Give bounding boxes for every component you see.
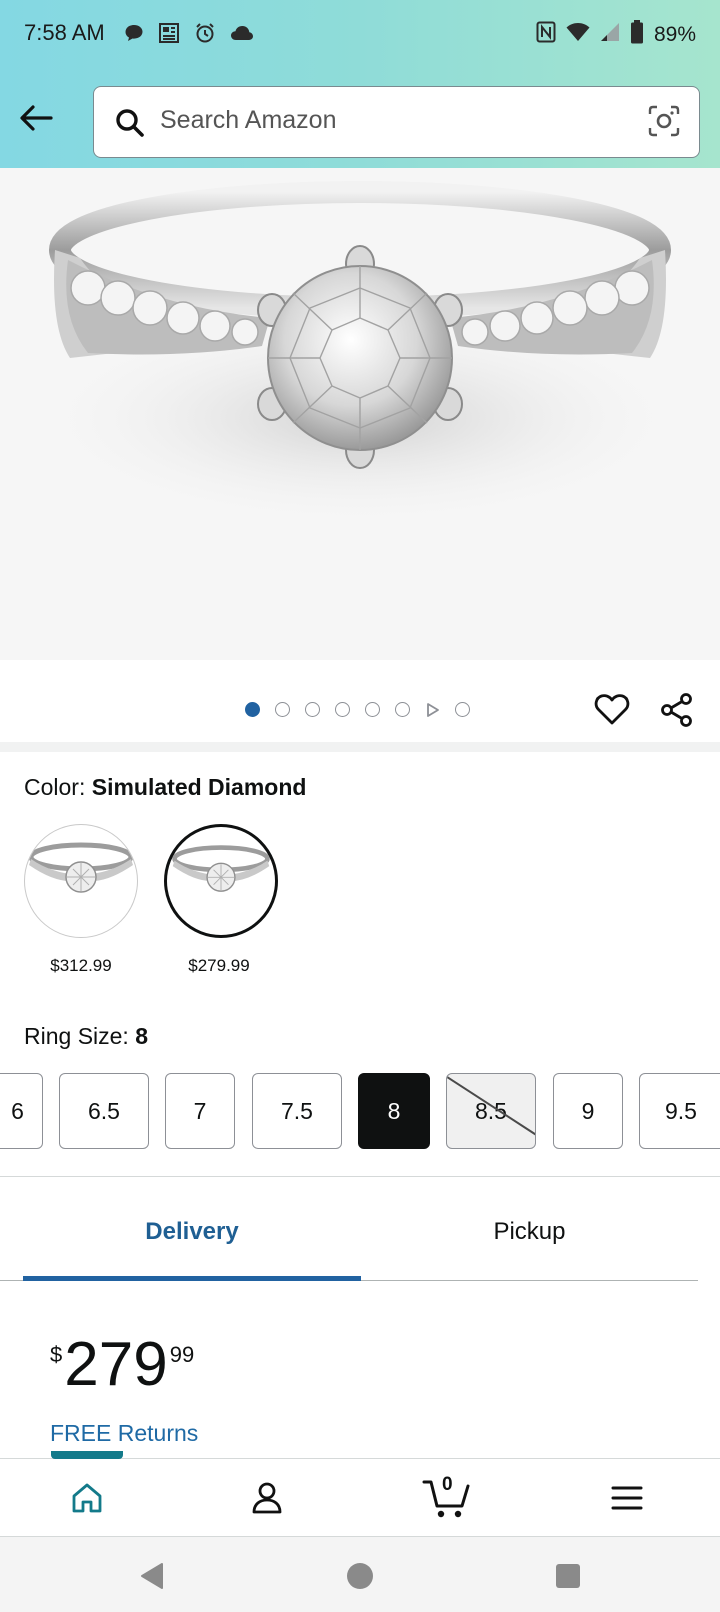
size-option-6-5[interactable]: 6.5: [59, 1073, 149, 1149]
size-option-9[interactable]: 9: [553, 1073, 623, 1149]
back-triangle-icon: [141, 1563, 163, 1589]
wifi-icon: [566, 22, 590, 48]
nav-menu[interactable]: [587, 1470, 667, 1526]
tab-delivery-label: Delivery: [145, 1218, 239, 1245]
carousel-dot[interactable]: [455, 702, 470, 717]
nav-home[interactable]: [47, 1470, 127, 1526]
color-label-prefix: Color:: [24, 774, 92, 800]
status-notification-icons: [124, 22, 254, 49]
status-system-icons: 89%: [536, 20, 696, 50]
price-fraction: 99: [169, 1342, 195, 1367]
signal-icon: [600, 22, 620, 48]
price-whole: 279: [64, 1330, 168, 1399]
size-option-label: 8.5: [475, 1097, 507, 1124]
size-option-label: 9.5: [665, 1097, 697, 1124]
size-option-label: 8: [387, 1097, 401, 1124]
size-option-label: 6: [11, 1097, 24, 1124]
ring-size-label: Ring Size: 8: [24, 1023, 148, 1050]
home-circle-icon: [347, 1563, 373, 1589]
news-icon: [158, 22, 180, 49]
home-icon: [72, 1483, 102, 1513]
nav-cart[interactable]: 0: [407, 1470, 487, 1526]
size-option-label: 6.5: [88, 1097, 120, 1124]
size-option-6[interactable]: 6: [0, 1073, 43, 1149]
active-nav-indicator: [51, 1451, 123, 1459]
tab-baseline: [361, 1280, 698, 1281]
alarm-icon: [194, 22, 216, 49]
app-header: 7:58 AM 89% Search Amazon: [0, 0, 720, 168]
size-option-9-5[interactable]: 9.5: [639, 1073, 720, 1149]
menu-icon: [611, 1486, 643, 1510]
carousel-dots: [245, 702, 470, 717]
search-input[interactable]: Search Amazon: [93, 86, 700, 158]
size-option-label: 7: [193, 1097, 207, 1124]
nav-account[interactable]: [227, 1470, 307, 1526]
wishlist-button[interactable]: [594, 692, 630, 731]
carousel-dot[interactable]: [335, 702, 350, 717]
system-recents-button[interactable]: [548, 1558, 588, 1594]
carousel-dot[interactable]: [275, 702, 290, 717]
divider: [0, 1176, 720, 1177]
color-swatch-option-1[interactable]: [24, 824, 138, 938]
carousel-dot[interactable]: [395, 702, 410, 717]
size-option-8[interactable]: 8: [358, 1073, 430, 1149]
tab-pickup[interactable]: Pickup: [361, 1184, 698, 1280]
ring-size-label-prefix: Ring Size:: [24, 1023, 136, 1049]
back-arrow-icon: [20, 105, 53, 131]
color-label: Color: Simulated Diamond: [24, 774, 306, 801]
search-placeholder: Search Amazon: [160, 106, 337, 134]
tab-baseline: [0, 1280, 23, 1281]
chat-icon: [124, 23, 144, 48]
nfc-icon: [536, 21, 556, 49]
play-icon: [426, 702, 439, 717]
section-divider: [0, 742, 720, 752]
battery-percent: 89%: [653, 23, 696, 46]
carousel-video-dot[interactable]: [425, 702, 440, 717]
status-time: 7:58 AM: [24, 20, 105, 45]
size-option-7[interactable]: 7: [165, 1073, 235, 1149]
share-icon: [661, 693, 692, 727]
product-image[interactable]: [0, 168, 720, 660]
active-tab-indicator: [23, 1276, 361, 1281]
carousel-dot[interactable]: [365, 702, 380, 717]
carousel-dot[interactable]: [245, 702, 260, 717]
price-currency: $: [50, 1342, 63, 1367]
system-back-button[interactable]: [132, 1558, 172, 1594]
heart-icon: [594, 694, 630, 725]
back-button[interactable]: [14, 96, 58, 140]
size-option-label: 9: [581, 1097, 595, 1124]
tab-delivery[interactable]: Delivery: [23, 1184, 361, 1280]
size-option-8-5-unavailable[interactable]: 8.5: [446, 1073, 536, 1149]
system-home-button[interactable]: [340, 1558, 380, 1594]
share-button[interactable]: [660, 693, 694, 732]
product-price: $ 279 99: [50, 1334, 194, 1396]
carousel-dot[interactable]: [305, 702, 320, 717]
image-carousel-controls: [0, 660, 720, 750]
color-swatch-option-2[interactable]: [164, 824, 278, 938]
battery-icon: [630, 20, 644, 50]
tab-pickup-label: Pickup: [493, 1218, 566, 1245]
account-icon: [252, 1482, 282, 1514]
ring-size-selected-value: 8: [135, 1023, 149, 1049]
color-option-price: $312.99: [50, 956, 112, 975]
free-returns-link[interactable]: FREE Returns: [50, 1420, 198, 1447]
color-option-price: $279.99: [188, 956, 250, 975]
cart-count: 0: [442, 1474, 453, 1495]
cloud-icon: [230, 24, 254, 47]
ring-thumbnail: [172, 845, 270, 892]
search-icon: [114, 107, 146, 144]
ring-thumbnail: [28, 842, 134, 893]
camera-search-icon[interactable]: [647, 104, 681, 143]
recents-square-icon: [556, 1564, 580, 1588]
color-selected-value: Simulated Diamond: [91, 774, 307, 800]
cart-wrapper: 0: [422, 1474, 472, 1520]
size-option-7-5[interactable]: 7.5: [252, 1073, 342, 1149]
size-option-label: 7.5: [281, 1097, 313, 1124]
ring-image: [30, 181, 690, 528]
